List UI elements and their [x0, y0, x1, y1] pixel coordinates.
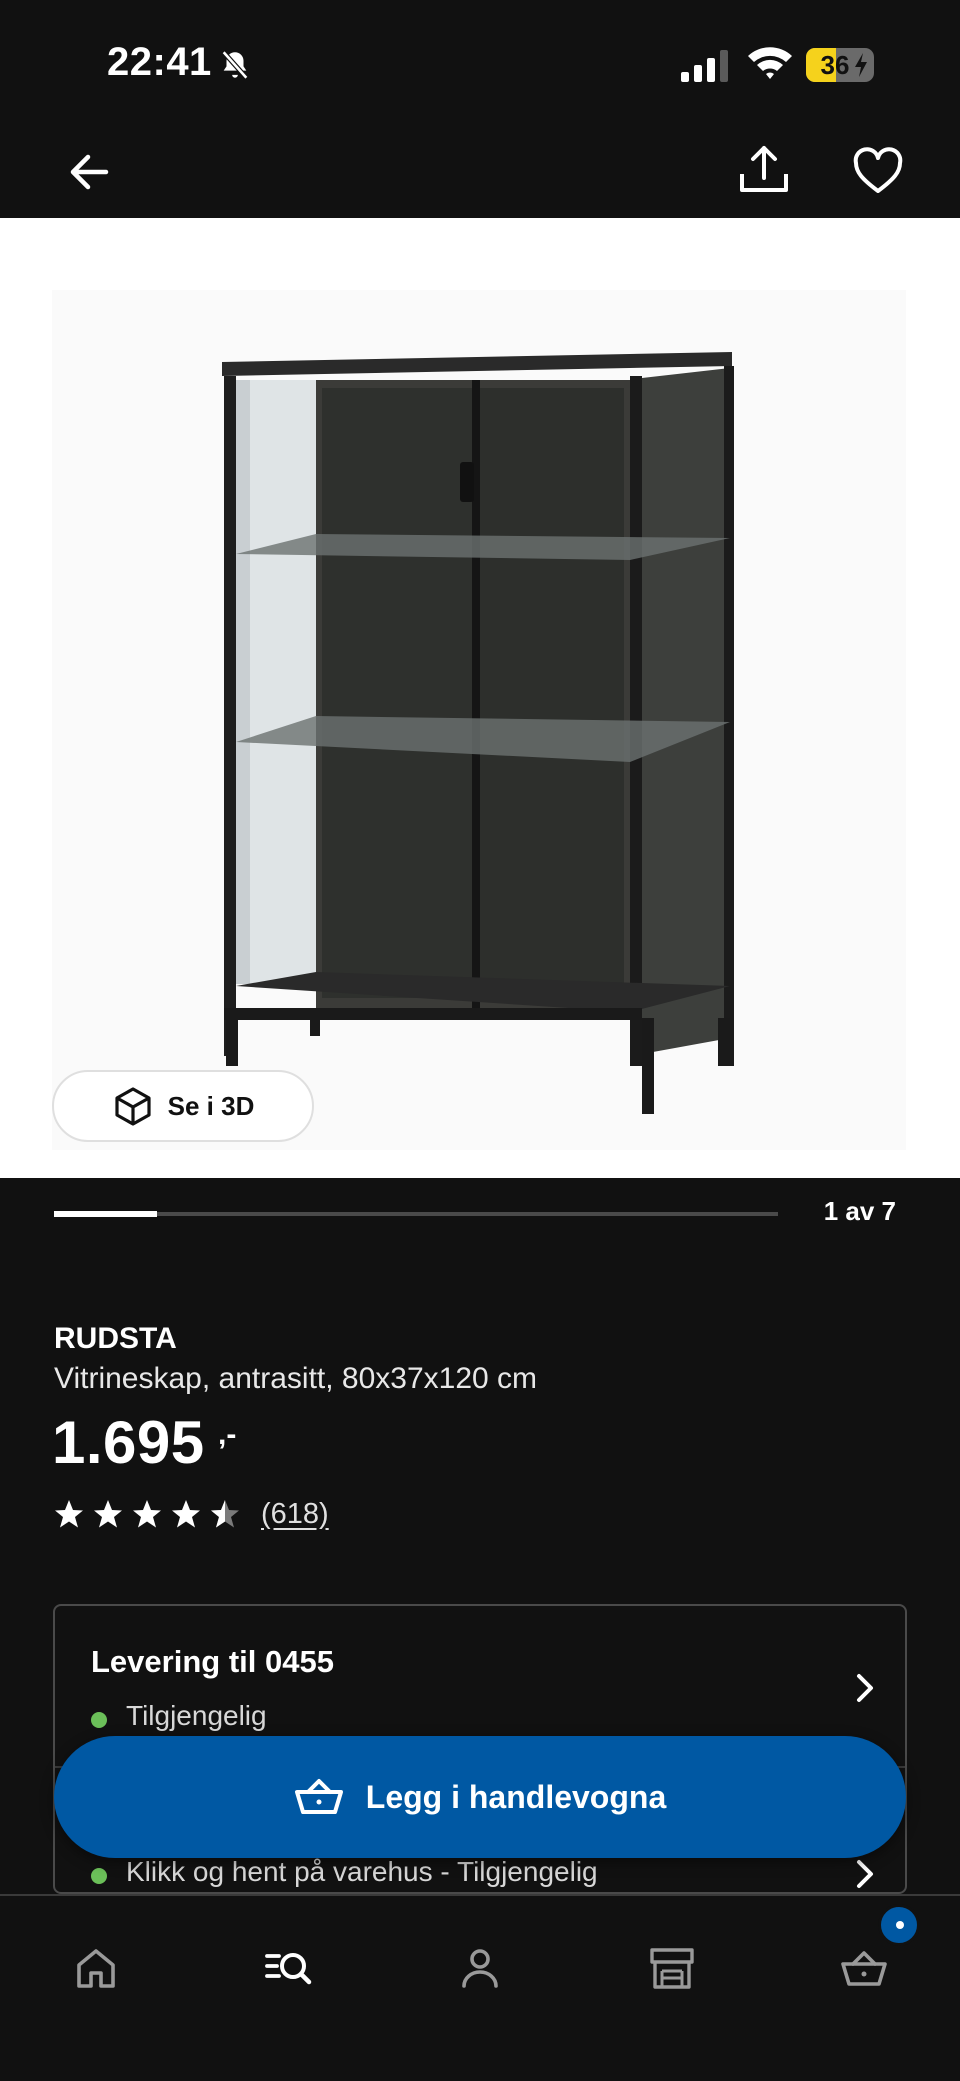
- nav-account[interactable]: [420, 1918, 540, 2018]
- star-full-icon: [55, 1500, 83, 1528]
- delivery-title: Levering til 0455: [91, 1644, 334, 1679]
- search-icon: [265, 1953, 312, 1985]
- cart-badge: [878, 1904, 920, 1946]
- star-half-icon: [211, 1500, 239, 1528]
- shopping-basket-icon: [294, 1779, 343, 1814]
- pickup-status: Klikk og hent på varehus - Tilgjengelig: [126, 1856, 598, 1887]
- view-in-3d-button[interactable]: Se i 3D: [52, 1070, 314, 1142]
- add-to-cart-label: Legg i handlevogna: [365, 1778, 667, 1815]
- chevron-right-icon: [857, 1860, 873, 1888]
- delivery-status: Tilgjengelig: [126, 1700, 267, 1731]
- price-suffix: ,-: [218, 1418, 237, 1451]
- store-icon: [650, 1948, 694, 1989]
- status-time: 22:41: [107, 40, 212, 84]
- charging-bolt-icon: [855, 53, 867, 77]
- heart-icon[interactable]: [850, 144, 906, 200]
- cart-icon: [841, 1951, 887, 1986]
- home-icon: [77, 1949, 115, 1988]
- chevron-right-icon: [857, 1674, 873, 1702]
- star-full-icon: [94, 1500, 122, 1528]
- product-description: Vitrineskap, antrasitt, 80x37x120 cm: [54, 1362, 538, 1395]
- product-image-cabinet: [222, 352, 734, 1114]
- star-full-icon: [133, 1500, 161, 1528]
- cart-badge-dot: [896, 1921, 904, 1929]
- view-in-3d-label: Se i 3D: [167, 1090, 255, 1121]
- top-nav: [0, 130, 960, 218]
- nav-search[interactable]: [228, 1918, 348, 2018]
- wifi-icon: [748, 47, 792, 79]
- pager-counter: 1 av 7: [823, 1196, 896, 1226]
- product-rating[interactable]: (618): [54, 1494, 329, 1534]
- pager-track: [54, 1211, 778, 1217]
- image-pager: 1 av 7: [0, 1178, 960, 1258]
- star-full-icon: [172, 1500, 200, 1528]
- product-image-gallery[interactable]: Se i 3D: [0, 218, 960, 1178]
- product-price: 1.695: [52, 1409, 205, 1476]
- share-icon[interactable]: [734, 140, 794, 200]
- available-status-dot: [91, 1712, 107, 1728]
- available-status-dot: [91, 1868, 107, 1884]
- bottom-nav: [0, 1894, 960, 2081]
- nav-home[interactable]: [36, 1918, 156, 2018]
- signal-icon: [681, 50, 728, 82]
- add-to-cart-button[interactable]: Legg i handlevogna: [54, 1736, 906, 1858]
- arrow-left-icon[interactable]: [62, 144, 118, 200]
- review-count-link[interactable]: (618): [261, 1498, 329, 1531]
- bell-slash-icon: [221, 50, 249, 80]
- battery-indicator: 36: [806, 48, 874, 82]
- pager-progress: [54, 1211, 158, 1217]
- cube-3d-icon: [115, 1087, 151, 1126]
- nav-store[interactable]: [612, 1918, 732, 2018]
- product-name: RUDSTA: [54, 1322, 177, 1355]
- account-icon: [462, 1949, 498, 1988]
- status-bar: 22:41 36: [0, 0, 960, 130]
